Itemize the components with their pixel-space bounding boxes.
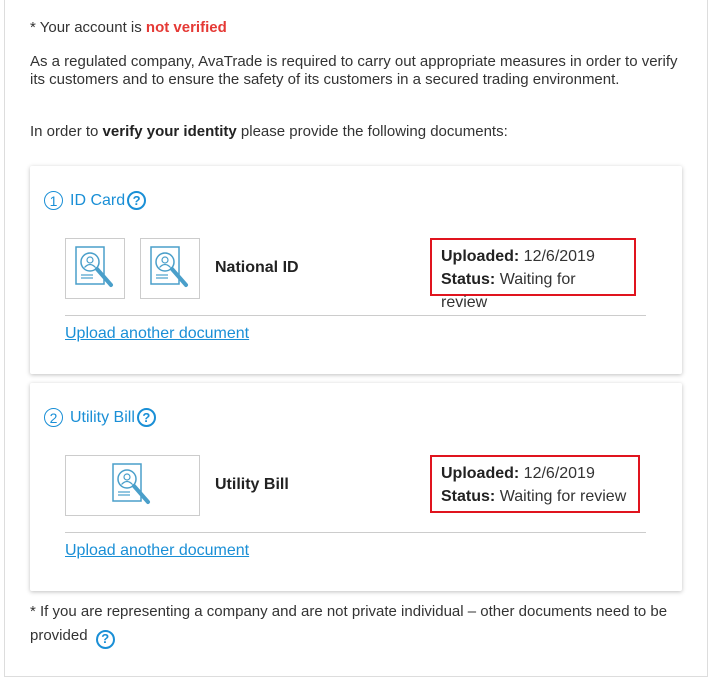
section-title: Utility Bill <box>70 408 135 426</box>
id-card-section: 1 ID Card ? National ID Uploaded: 12/6/2… <box>30 166 682 374</box>
step-number: 2 <box>44 408 63 427</box>
id-search-icon <box>75 246 113 287</box>
section-divider <box>65 315 646 316</box>
intro-text: As a regulated company, AvaTrade is requ… <box>30 53 678 88</box>
request-emphasis: verify your identity <box>102 123 237 140</box>
status-line: Status: Waiting for review <box>441 268 625 314</box>
document-thumbnail[interactable] <box>65 455 200 516</box>
id-search-icon <box>150 246 188 287</box>
notice-prefix: * Your account is <box>30 19 146 36</box>
status-line: Status: Waiting for review <box>441 485 629 508</box>
utility-bill-section: 2 Utility Bill ? Utility Bill Uploaded: … <box>30 383 682 591</box>
request-prefix: In order to <box>30 123 103 140</box>
upload-another-document-link[interactable]: Upload another document <box>65 325 249 343</box>
document-name: National ID <box>215 259 299 276</box>
company-documents-note: * If you are representing a company and … <box>30 600 695 649</box>
id-search-icon <box>112 463 150 504</box>
status-label: Status: <box>441 271 496 288</box>
question-circle-icon[interactable]: ? <box>127 191 147 210</box>
upload-status-box: Uploaded: 12/6/2019 Status: Waiting for … <box>430 238 636 311</box>
section-divider <box>65 532 646 533</box>
upload-status-box: Uploaded: 12/6/2019 Status: Waiting for … <box>430 455 640 513</box>
status-value: Waiting for review <box>499 488 627 505</box>
document-thumbnail[interactable] <box>140 238 200 299</box>
upload-another-document-link[interactable]: Upload another document <box>65 542 249 560</box>
document-thumbnail[interactable] <box>65 238 125 299</box>
uploaded-line: Uploaded: 12/6/2019 <box>441 462 629 485</box>
uploaded-date: 12/6/2019 <box>523 248 595 265</box>
document-request-text: In order to verify your identity please … <box>30 123 508 141</box>
question-circle-icon[interactable]: ? <box>136 408 156 427</box>
account-status-notice: * Your account is not verified <box>30 19 227 37</box>
uploaded-line: Uploaded: 12/6/2019 <box>441 245 625 268</box>
step-number: 1 <box>44 191 63 210</box>
verification-status: not verified <box>145 19 227 36</box>
utility-bill-title: 2 Utility Bill ? <box>44 408 156 427</box>
status-label: Status: <box>441 488 496 505</box>
uploaded-date: 12/6/2019 <box>523 465 595 482</box>
uploaded-label: Uploaded: <box>441 465 520 482</box>
section-title: ID Card <box>70 191 126 209</box>
footer-note-text: * If you are representing a company and … <box>30 603 668 644</box>
document-name: Utility Bill <box>215 476 289 493</box>
request-suffix: please provide the following documents: <box>236 123 508 140</box>
question-circle-icon[interactable]: ? <box>95 629 115 649</box>
id-card-title: 1 ID Card ? <box>44 191 147 210</box>
uploaded-label: Uploaded: <box>441 248 520 265</box>
